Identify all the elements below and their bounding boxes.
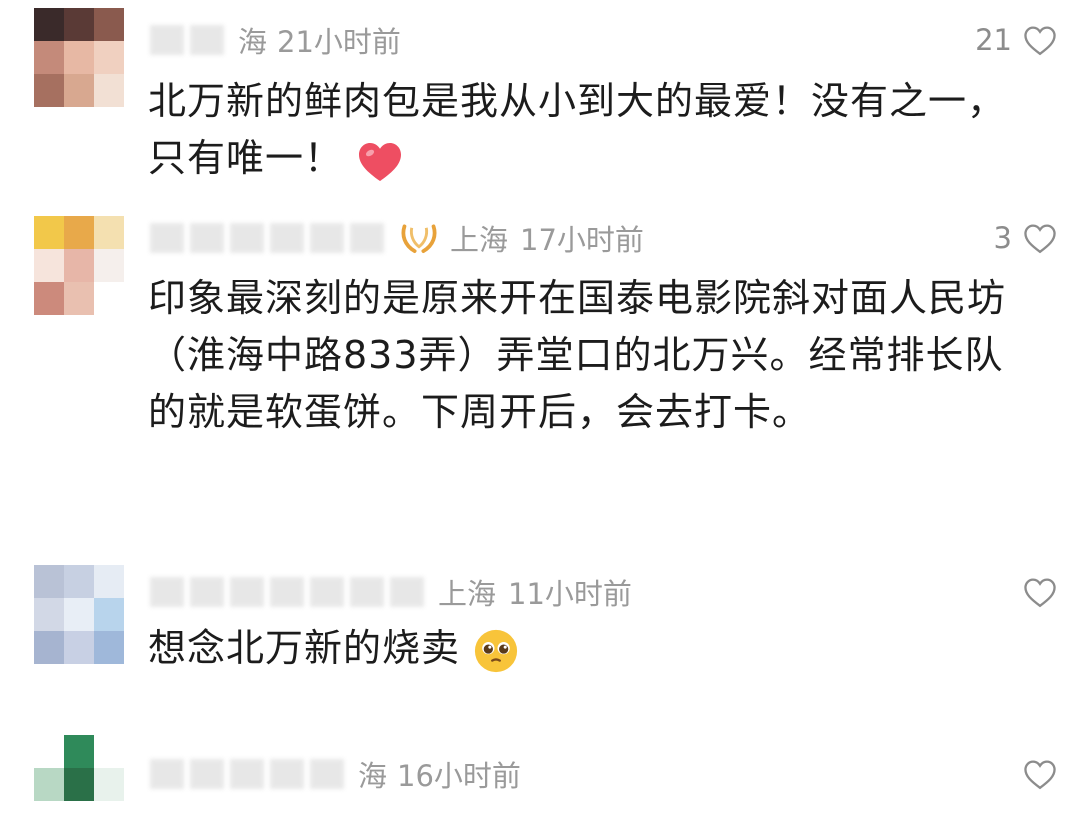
comment-text: 想念北万新的烧卖 <box>148 620 1028 677</box>
like-count: 3 <box>993 221 1012 255</box>
avatar-mosaic-tile <box>94 598 124 631</box>
comment-time: 11小时前 <box>508 577 632 611</box>
avatar[interactable] <box>34 735 124 835</box>
heart-outline-icon <box>1022 576 1058 608</box>
comment-meta: 海 16小时前 <box>150 754 521 794</box>
avatar[interactable] <box>34 8 124 108</box>
avatar-mosaic-tile <box>64 41 94 74</box>
avatar-mosaic-tile <box>94 249 124 282</box>
like-button[interactable]: 3 <box>994 218 1058 258</box>
comment-text: 印象最深刻的是原来开在国泰电影院斜对面人民坊（淮海中路833弄）弄堂口的北万兴。… <box>148 276 1007 434</box>
avatar-mosaic-tile <box>34 216 64 249</box>
laurel-badge-icon <box>398 222 440 254</box>
avatar-mosaic-tile <box>34 801 64 834</box>
like-count: 21 <box>975 23 1012 57</box>
avatar[interactable] <box>34 216 124 316</box>
comment-time: 16小时前 <box>397 759 521 793</box>
comment-meta: 上海 17小时前 <box>150 218 644 258</box>
heart-outline-icon <box>1022 758 1058 790</box>
avatar-mosaic-tile <box>34 8 64 41</box>
avatar-mosaic-tile <box>94 8 124 41</box>
pleading-face-emoji <box>473 628 519 674</box>
username-blurred[interactable] <box>150 759 344 789</box>
avatar-mosaic-tile <box>34 282 64 315</box>
comment-text: 北万新的鲜肉包是我从小到大的最爱！没有之一，只有唯一！ <box>148 73 1028 187</box>
avatar-mosaic-tile <box>64 631 94 664</box>
avatar-mosaic-tile <box>64 8 94 41</box>
avatar-mosaic-tile <box>34 768 64 801</box>
avatar-mosaic-tile <box>64 216 94 249</box>
avatar-mosaic-tile <box>34 41 64 74</box>
avatar-mosaic-tile <box>94 735 124 768</box>
comment-meta: 上海 11小时前 <box>150 572 632 612</box>
comment-body: 北万新的鲜肉包是我从小到大的最爱！没有之一，只有唯一！ <box>148 79 1007 180</box>
avatar-mosaic-tile <box>64 598 94 631</box>
location-partial: 海 <box>238 25 268 59</box>
avatar-mosaic-tile <box>34 565 64 598</box>
avatar-mosaic-tile <box>94 216 124 249</box>
comment-body: 想念北万新的烧卖 <box>148 626 461 670</box>
like-button[interactable] <box>1022 572 1058 612</box>
avatar-mosaic-tile <box>94 565 124 598</box>
comment-time: 21小时前 <box>277 25 401 59</box>
comment-time: 17小时前 <box>520 223 644 257</box>
comment-meta: 海 21小时前 <box>150 20 401 60</box>
avatar-mosaic-tile <box>34 249 64 282</box>
avatar-mosaic-tile <box>64 735 94 768</box>
avatar-mosaic-tile <box>34 631 64 664</box>
avatar-mosaic-tile <box>64 282 94 315</box>
comment-location: 上海 <box>438 577 497 611</box>
avatar-mosaic-tile <box>64 565 94 598</box>
username-blurred[interactable] <box>150 25 224 55</box>
avatar-mosaic-tile <box>94 768 124 801</box>
avatar-mosaic-tile <box>94 631 124 664</box>
avatar-mosaic-tile <box>64 249 94 282</box>
avatar-mosaic-tile <box>64 74 94 107</box>
heart-outline-icon <box>1022 24 1058 56</box>
location-partial: 海 <box>358 759 388 793</box>
avatar-mosaic-tile <box>94 41 124 74</box>
avatar-mosaic-tile <box>94 801 124 834</box>
avatar-mosaic-tile <box>94 282 124 315</box>
like-button[interactable] <box>1022 754 1058 794</box>
avatar-mosaic-tile <box>94 74 124 107</box>
avatar-mosaic-tile <box>34 74 64 107</box>
comment-location: 上海 <box>450 223 509 257</box>
avatar[interactable] <box>34 565 124 665</box>
avatar-mosaic-tile <box>34 735 64 768</box>
username-blurred[interactable] <box>150 223 384 253</box>
like-button[interactable]: 21 <box>975 20 1058 60</box>
username-blurred[interactable] <box>150 577 424 607</box>
heart-emoji <box>356 139 404 183</box>
heart-outline-icon <box>1022 222 1058 254</box>
avatar-mosaic-tile <box>64 768 94 801</box>
avatar-mosaic-tile <box>64 801 94 834</box>
avatar-mosaic-tile <box>34 598 64 631</box>
